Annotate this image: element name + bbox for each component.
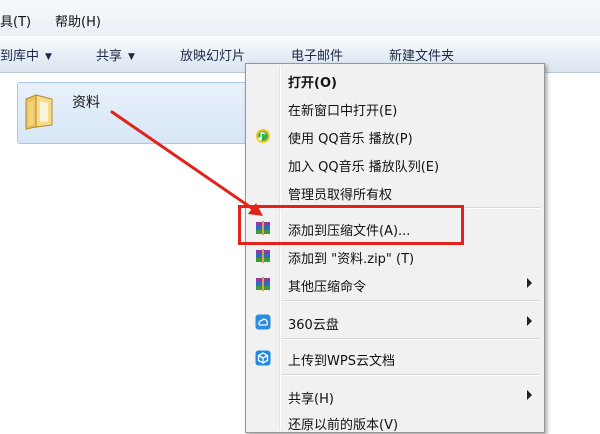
menu-item-qq-play[interactable]: 使用 QQ音乐 播放(P): [246, 124, 544, 148]
toolbar-slideshow-label: 放映幻灯片: [180, 49, 246, 64]
folder-icon: [25, 94, 53, 130]
winrar-icon: [256, 277, 270, 291]
menu-item-share-label: 共享(H): [288, 392, 334, 407]
menu-item-qq-queue[interactable]: 加入 QQ音乐 播放队列(E): [246, 152, 544, 176]
menu-item-open[interactable]: 打开(O): [246, 68, 544, 92]
menu-item-open-label: 打开(O): [288, 76, 337, 91]
menu-item-share[interactable]: 共享(H): [246, 384, 544, 408]
toolbar-new-folder[interactable]: 新建文件夹: [389, 45, 454, 64]
menu-item-other-compress[interactable]: 其他压缩命令: [246, 272, 544, 296]
annotation-highlight-box: [238, 205, 464, 245]
wps-cloud-icon: [255, 350, 271, 366]
cloud-360-icon: [255, 314, 271, 330]
qq-music-icon: [256, 129, 270, 143]
menu-item-other-compress-label: 其他压缩命令: [288, 280, 367, 295]
toolbar-include-in-library-label: 到库中: [0, 49, 40, 64]
menu-item-open-new-window[interactable]: 在新窗口中打开(E): [246, 96, 544, 120]
toolbar-share[interactable]: 共享 ▼: [96, 45, 135, 64]
menu-item-add-to-zip-label: 添加到 "资料.zip" (T): [288, 252, 415, 267]
menu-help[interactable]: 帮助(H): [55, 11, 101, 30]
menu-separator: [282, 374, 540, 376]
menu-item-add-to-zip[interactable]: 添加到 "资料.zip" (T): [246, 244, 544, 268]
dropdown-arrow-icon: ▼: [45, 52, 52, 62]
toolbar-new-folder-label: 新建文件夹: [389, 49, 455, 64]
menu-item-wps-cloud[interactable]: 上传到WPS云文档: [246, 346, 544, 370]
menu-item-360-cloud[interactable]: 360云盘: [246, 310, 544, 334]
menu-tools[interactable]: 具(T): [0, 11, 31, 30]
menu-item-qq-play-label: 使用 QQ音乐 播放(P): [288, 132, 413, 147]
menu-bar: 具(T) 帮助(H): [0, 0, 600, 37]
submenu-arrow-icon: [527, 316, 532, 326]
toolbar-email-label: 电子邮件: [291, 49, 344, 64]
menu-separator: [282, 300, 540, 302]
submenu-arrow-icon: [527, 278, 532, 288]
menu-item-qq-queue-label: 加入 QQ音乐 播放队列(E): [288, 160, 440, 175]
context-menu: 打开(O) 在新窗口中打开(E) 使用 QQ音乐 播放(P) 加入 QQ音乐 播…: [245, 63, 545, 433]
menu-item-restore-previous-label: 还原以前的版本(V): [288, 418, 399, 433]
winrar-icon: [256, 249, 270, 263]
menu-item-wps-cloud-label: 上传到WPS云文档: [288, 354, 395, 369]
folder-name[interactable]: 资料: [72, 92, 100, 112]
menu-separator: [282, 338, 540, 340]
submenu-arrow-icon: [527, 390, 532, 400]
toolbar-email[interactable]: 电子邮件: [291, 45, 343, 64]
toolbar-include-in-library[interactable]: 到库中 ▼: [0, 45, 52, 64]
toolbar-share-label: 共享: [96, 49, 123, 64]
toolbar-slideshow[interactable]: 放映幻灯片: [180, 45, 245, 64]
menu-item-take-ownership-label: 管理员取得所有权: [288, 188, 393, 203]
menu-item-take-ownership[interactable]: 管理员取得所有权: [246, 180, 544, 204]
dropdown-arrow-icon: ▼: [128, 52, 135, 62]
menu-item-360-cloud-label: 360云盘: [288, 318, 339, 333]
menu-item-open-new-window-label: 在新窗口中打开(E): [288, 104, 398, 119]
menu-item-restore-previous[interactable]: 还原以前的版本(V): [246, 410, 544, 434]
